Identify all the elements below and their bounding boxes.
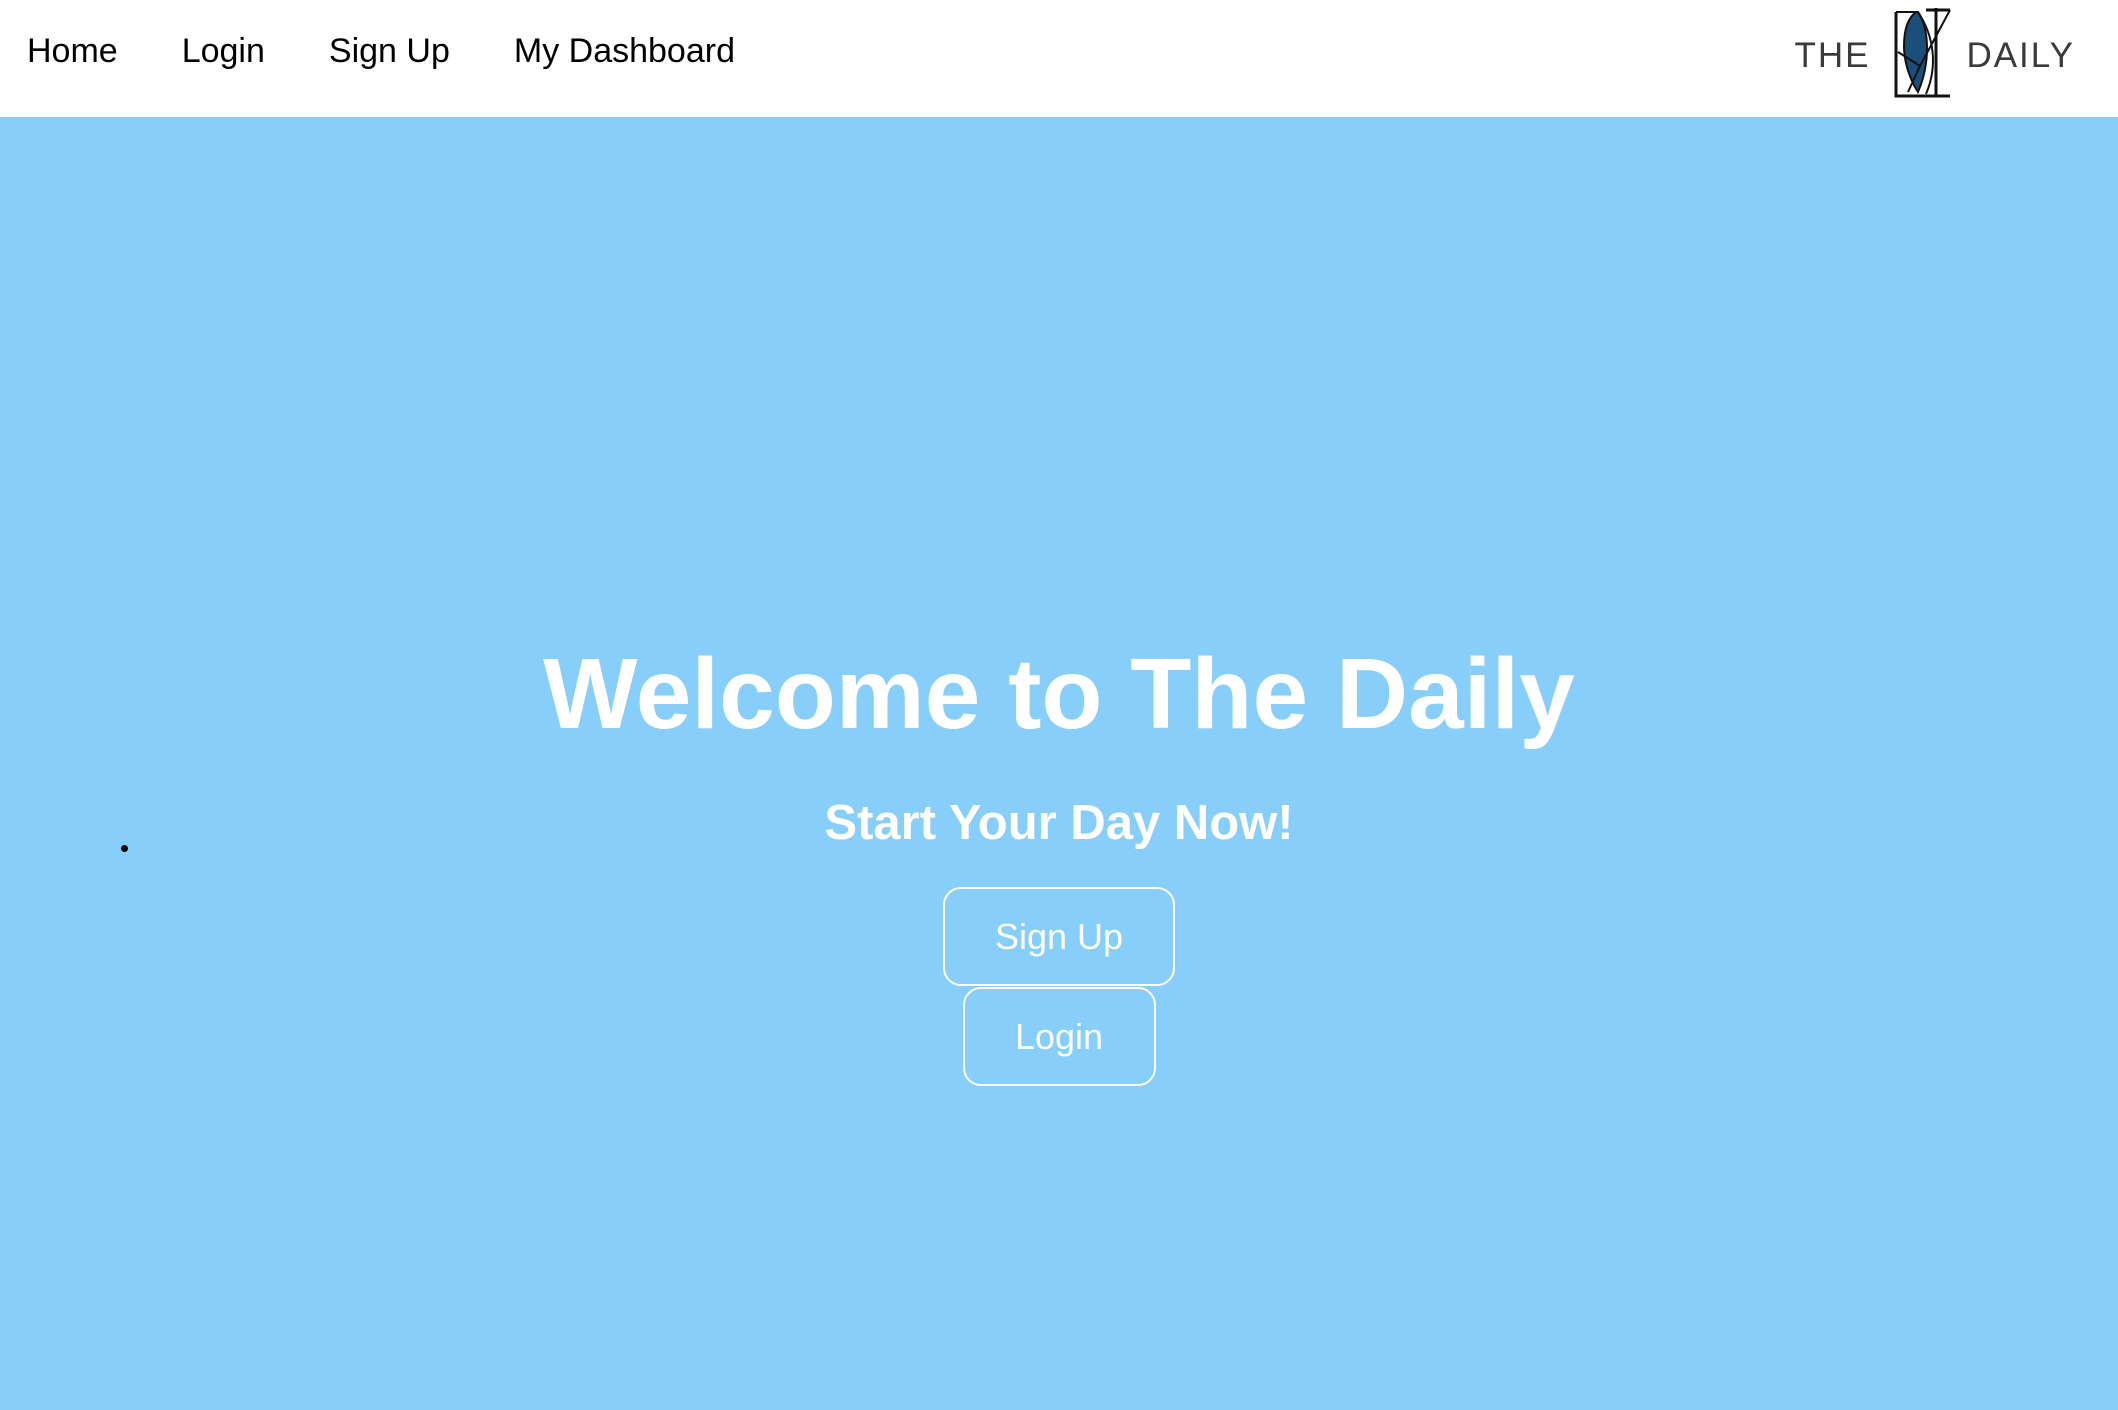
nav-home-link[interactable]: Home (27, 32, 118, 71)
the-daily-logo[interactable]: THE DAILY (1794, 6, 2075, 107)
hero-section: Welcome to The Daily Start Your Day Now!… (0, 117, 2118, 1410)
hero-subtitle: Start Your Day Now! (824, 796, 1294, 850)
signup-button[interactable]: Sign Up (943, 887, 1175, 986)
nav-dashboard-link[interactable]: My Dashboard (514, 32, 735, 71)
logo-text-the: THE (1794, 36, 1871, 75)
nav-links: Home Login Sign Up My Dashboard (27, 0, 799, 103)
hero-title: Welcome to The Daily (543, 638, 1575, 750)
logo-text-daily: DAILY (1966, 36, 2075, 75)
nav-login-link[interactable]: Login (182, 32, 265, 71)
navbar: Home Login Sign Up My Dashboard THE DAIL… (0, 0, 2118, 117)
nav-signup-link[interactable]: Sign Up (329, 32, 450, 71)
the-daily-monogram-icon (1890, 6, 1956, 107)
login-button[interactable]: Login (962, 987, 1156, 1086)
hero-content: Welcome to The Daily Start Your Day Now!… (0, 629, 2118, 1086)
